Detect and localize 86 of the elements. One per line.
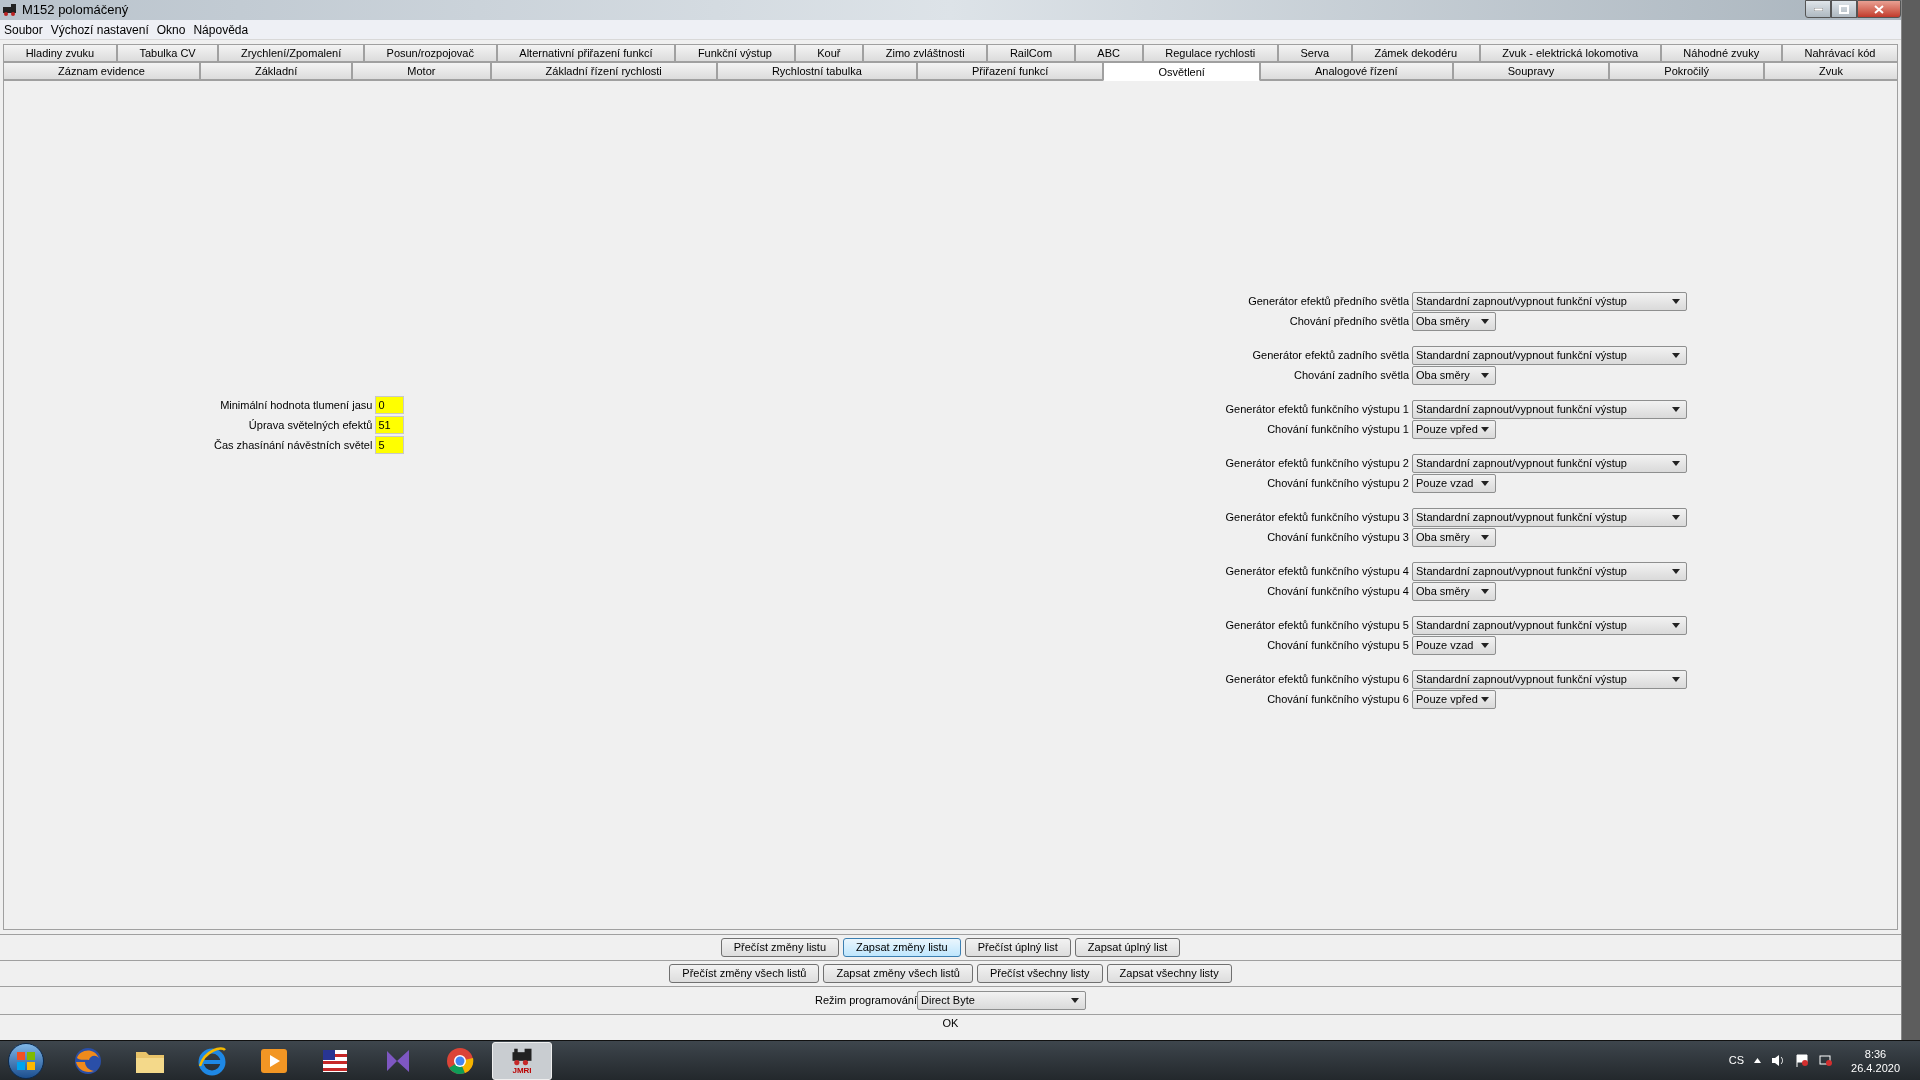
tab[interactable]: Zvuk	[1764, 62, 1898, 80]
field-label: Generátor efektů zadního světla	[1252, 348, 1409, 364]
status-text: OK	[942, 1016, 959, 1031]
menu-item[interactable]: Nápověda	[193, 20, 249, 39]
field-label: Generátor efektů funkčního výstupu 3	[1225, 510, 1409, 526]
clock-date: 26.4.2020	[1851, 1060, 1900, 1075]
field-label: Generátor efektů funkčního výstupu 6	[1225, 672, 1409, 688]
effect-dropdown[interactable]: Standardní zapnout/vypnout funkční výstup	[1412, 616, 1687, 635]
tab[interactable]: Serva	[1277, 44, 1352, 62]
behavior-dropdown[interactable]: Pouze vzad	[1412, 636, 1496, 655]
tab[interactable]: Přiřazení funkcí	[916, 62, 1104, 80]
tab[interactable]: Rychlostní tabulka	[716, 62, 917, 80]
taskbar-app-button[interactable]: JMRI	[492, 1041, 552, 1080]
tab[interactable]: Funkční výstup	[675, 44, 795, 62]
field-label: Chování funkčního výstupu 2	[1267, 476, 1409, 492]
field-label: Generátor efektů funkčního výstupu 1	[1225, 402, 1409, 418]
field-label: Generátor efektů předního světla	[1248, 294, 1409, 310]
effect-dropdown[interactable]: Standardní zapnout/vypnout funkční výstup	[1412, 508, 1687, 527]
tab[interactable]: Soupravy	[1452, 62, 1610, 80]
tab[interactable]: Analogové řízení	[1259, 62, 1453, 80]
clock-time: 8:36	[1864, 1046, 1887, 1061]
tab[interactable]: Zrychlení/Zpomalení	[218, 44, 364, 62]
app-label: JMRI	[512, 1065, 532, 1075]
language-indicator[interactable]: CS	[1728, 1052, 1745, 1069]
window-title: M152 polomáčený	[22, 1, 129, 20]
field-label: Chování zadního světla	[1294, 368, 1409, 384]
tab[interactable]: Náhodné zvuky	[1660, 44, 1782, 62]
menu-item[interactable]: Výchozí nastavení	[50, 20, 149, 39]
action-button[interactable]: Přečíst změny listu	[720, 938, 839, 957]
menu-item[interactable]: Okno	[156, 20, 186, 39]
field-label: Chování funkčního výstupu 3	[1267, 530, 1409, 546]
tab[interactable]: Pokročilý	[1609, 62, 1764, 80]
field-label: Chování funkčního výstupu 5	[1267, 638, 1409, 654]
field-label: Režim programování	[814, 993, 918, 1009]
effect-dropdown[interactable]: Standardní zapnout/vypnout funkční výstup	[1412, 346, 1687, 365]
field-label: Generátor efektů funkčního výstupu 4	[1225, 564, 1409, 580]
tab[interactable]: Kouř	[794, 44, 864, 62]
action-button[interactable]: Zapsat úplný list	[1074, 938, 1181, 957]
behavior-dropdown[interactable]: Pouze vzad	[1412, 474, 1496, 493]
behavior-dropdown[interactable]: Pouze vpřed	[1412, 420, 1496, 439]
field-label: Chování funkčního výstupu 1	[1267, 422, 1409, 438]
mode-dropdown[interactable]: Direct Byte	[917, 991, 1087, 1010]
effect-dropdown[interactable]: Standardní zapnout/vypnout funkční výstup	[1412, 400, 1687, 419]
tab[interactable]: Tabulka CV	[116, 44, 219, 62]
tab[interactable]: Posun/rozpojovač	[363, 44, 497, 62]
tab[interactable]: Regulace rychlosti	[1142, 44, 1278, 62]
action-button[interactable]: Přečíst změny všech listů	[669, 964, 820, 983]
tab[interactable]: Zimo zvláštnosti	[863, 44, 988, 62]
behavior-dropdown[interactable]: Pouze vpřed	[1412, 690, 1496, 709]
action-button[interactable]: Zapsat změny listu	[843, 938, 961, 957]
effect-dropdown[interactable]: Standardní zapnout/vypnout funkční výstup	[1412, 454, 1687, 473]
action-button[interactable]: Zapsat všechny listy	[1106, 964, 1232, 983]
tab[interactable]: Základní	[199, 62, 353, 80]
field-label: Chování funkčního výstupu 4	[1267, 584, 1409, 600]
field-label: Chování funkčního výstupu 6	[1267, 692, 1409, 708]
tab[interactable]: Zvuk - elektrická lokomotiva	[1479, 44, 1661, 62]
value-field[interactable]: 51	[375, 416, 405, 434]
field-label: Generátor efektů funkčního výstupu 5	[1225, 618, 1409, 634]
tab[interactable]: Nahrávací kód	[1781, 44, 1899, 62]
action-button[interactable]: Zapsat změny všech listů	[823, 964, 973, 983]
effect-dropdown[interactable]: Standardní zapnout/vypnout funkční výstup	[1412, 292, 1687, 311]
tab[interactable]: Záznam evidence	[3, 62, 200, 80]
tab[interactable]: Alternativní přiřazení funkcí	[496, 44, 676, 62]
field-label: Čas zhasínání návěstních světel	[214, 437, 373, 453]
effect-dropdown[interactable]: Standardní zapnout/vypnout funkční výstup	[1412, 670, 1687, 689]
action-button[interactable]: Přečíst úplný list	[964, 938, 1071, 957]
tab[interactable]: ABC	[1074, 44, 1143, 62]
behavior-dropdown[interactable]: Oba směry	[1412, 366, 1496, 385]
tab[interactable]: Základní řízení rychlosti	[490, 62, 717, 80]
behavior-dropdown[interactable]: Oba směry	[1412, 582, 1496, 601]
behavior-dropdown[interactable]: Oba směry	[1412, 528, 1496, 547]
value-field[interactable]: 0	[375, 396, 405, 414]
tab[interactable]: RailCom	[987, 44, 1075, 62]
behavior-dropdown[interactable]: Oba směry	[1412, 312, 1496, 331]
field-label: Chování předního světla	[1289, 314, 1409, 330]
action-button[interactable]: Přečíst všechny listy	[976, 964, 1103, 983]
tab[interactable]: Motor	[352, 62, 491, 80]
tab[interactable]: Hladiny zvuku	[3, 44, 117, 62]
field-label: Úprava světelných efektů	[248, 417, 373, 433]
effect-dropdown[interactable]: Standardní zapnout/vypnout funkční výstup	[1412, 562, 1687, 581]
field-label: Minimální hodnota tlumení jasu	[220, 397, 373, 413]
menu-item[interactable]: Soubor	[4, 20, 43, 39]
value-field[interactable]: 5	[375, 436, 405, 454]
tab[interactable]: Zámek dekodéru	[1351, 44, 1480, 62]
tab[interactable]: Osvětlení	[1103, 62, 1260, 81]
field-label: Generátor efektů funkčního výstupu 2	[1225, 456, 1409, 472]
